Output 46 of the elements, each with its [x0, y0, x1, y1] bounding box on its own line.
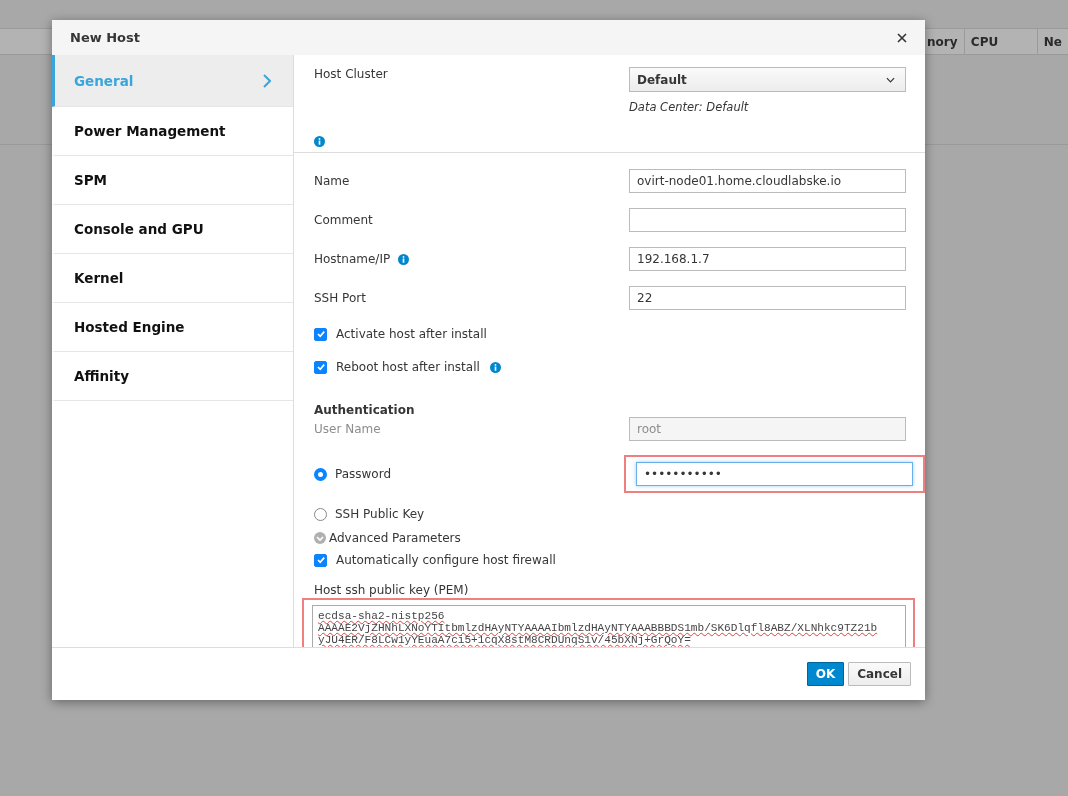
text-field[interactable]: 22: [629, 286, 906, 310]
field-label: Comment: [314, 213, 373, 227]
checkbox-label: Automatically configure host firewall: [336, 553, 556, 567]
column-header: CPU: [964, 29, 1038, 54]
sidebar-tab[interactable]: Power Management: [52, 107, 293, 156]
checkbox-label: Activate host after install: [336, 327, 487, 341]
checkbox-label: Reboot host after install: [336, 360, 480, 374]
field-label: Name: [314, 174, 350, 188]
radio-label: SSH Public Key: [335, 507, 425, 521]
caret-icon: [886, 76, 895, 83]
field-label: User Name: [314, 422, 381, 436]
text-field[interactable]: [629, 208, 906, 232]
text-field[interactable]: ovirt-node01.home.cloudlabske.io: [629, 169, 906, 193]
data-center-note: Data Center: Default: [629, 100, 750, 114]
dialog-title: New Host: [70, 30, 140, 45]
section-heading: Authentication: [314, 403, 416, 417]
checkbox[interactable]: [314, 327, 327, 341]
advanced-parameters-toggle[interactable]: Advanced Parameters: [329, 531, 461, 545]
sidebar-tab[interactable]: Affinity: [52, 352, 293, 401]
column-header: Ne: [1042, 33, 1063, 51]
ok-button[interactable]: OK: [806, 662, 845, 686]
cancel-button[interactable]: Cancel: [848, 662, 911, 686]
expand-icon[interactable]: [314, 532, 326, 544]
sidebar-tab[interactable]: Hosted Engine: [52, 303, 293, 352]
radio-label: Password: [335, 467, 392, 481]
text-field[interactable]: 192.168.1.7: [629, 247, 906, 271]
field-label: Host Cluster: [314, 67, 388, 83]
public-key-field[interactable]: ecdsa-sha2-nistp256 AAAAE2VjZHNhLXNoYTItbmlzdHAyNTYAAAAIbmlzdHAyNTYAAABBBDS1mb/SK6Dlqfl8ABZ/XLNhkc9TZ21b yJU4ER/F8LCw1yYEuaA7ci5+1cqX8stM8CRDUnqS1v/45bXNj+GrQoY=: [312, 605, 906, 647]
cluster-dropdown[interactable]: Default: [629, 67, 906, 92]
checkbox[interactable]: [314, 553, 327, 567]
column-header: nory: [927, 29, 965, 54]
close-icon[interactable]: [897, 32, 907, 43]
checkbox[interactable]: [314, 360, 327, 374]
sidebar-tab[interactable]: SPM: [52, 156, 293, 205]
radio-button[interactable]: [314, 507, 327, 521]
password-field[interactable]: •••••••••••: [636, 462, 913, 486]
info-icon[interactable]: [314, 136, 325, 147]
field-label: Host ssh public key (PEM): [314, 583, 470, 597]
field-label: SSH Port: [314, 291, 366, 305]
info-icon[interactable]: [489, 361, 501, 373]
chevron-icon: [263, 73, 271, 88]
sidebar-tab[interactable]: Console and GPU: [52, 205, 293, 254]
radio-button[interactable]: [314, 467, 327, 481]
sidebar-tab[interactable]: Kernel: [52, 254, 293, 303]
info-icon[interactable]: [398, 253, 410, 265]
field-label: Hostname/IP: [314, 252, 391, 266]
